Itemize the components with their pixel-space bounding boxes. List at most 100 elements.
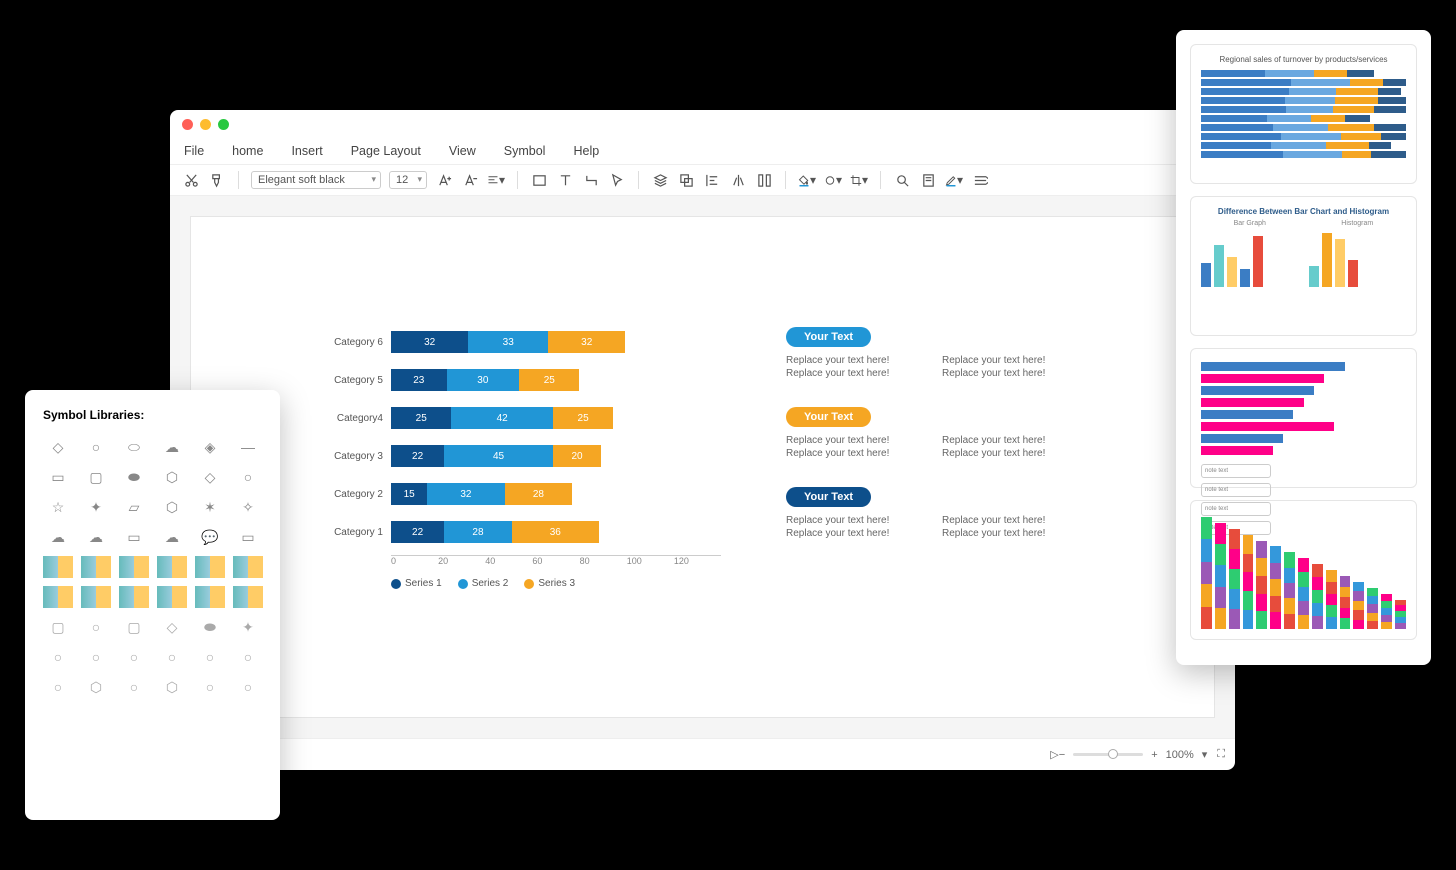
group-icon[interactable] xyxy=(677,171,695,189)
placeholder-text[interactable]: Replace your text here! xyxy=(786,435,930,446)
page-icon[interactable] xyxy=(919,171,937,189)
pointer-icon[interactable] xyxy=(608,171,626,189)
symbol-chart[interactable] xyxy=(233,556,263,578)
zoom-out-button[interactable]: − xyxy=(1059,749,1065,761)
symbol-libraries-panel[interactable]: Symbol Libraries: ◇○⬭☁◈—▭▢⬬⬡◇○☆✦▱⬡✶✧☁☁▭☁… xyxy=(25,390,280,820)
symbol-shape[interactable]: ☆ xyxy=(43,496,73,518)
symbol-shape[interactable]: ○ xyxy=(81,616,111,638)
symbol-shape[interactable]: ⬭ xyxy=(119,436,149,458)
symbol-shape[interactable]: ☁ xyxy=(43,526,73,548)
symbol-chart[interactable] xyxy=(119,586,149,608)
symbol-shape[interactable]: ⬡ xyxy=(157,466,187,488)
symbol-shape[interactable]: ○ xyxy=(233,676,263,698)
fill-color-icon[interactable]: ▾ xyxy=(798,171,816,189)
placeholder-text[interactable]: Replace your text here! xyxy=(942,355,1086,366)
template-thumbnail-4[interactable] xyxy=(1190,500,1417,640)
menu-view[interactable]: View xyxy=(449,144,476,158)
symbol-chart[interactable] xyxy=(157,556,187,578)
flip-icon[interactable] xyxy=(729,171,747,189)
zoom-control[interactable]: − + 100%▾ xyxy=(1059,748,1208,761)
font-decrease-icon[interactable] xyxy=(461,171,479,189)
font-increase-icon[interactable] xyxy=(435,171,453,189)
symbol-chart[interactable] xyxy=(81,586,111,608)
menu-symbol[interactable]: Symbol xyxy=(504,144,546,158)
symbol-shape[interactable]: ○ xyxy=(119,676,149,698)
maximize-button[interactable] xyxy=(218,119,229,130)
search-icon[interactable] xyxy=(893,171,911,189)
template-thumbnail-3[interactable]: note textnote textnote textnote text xyxy=(1190,348,1417,488)
zoom-level[interactable]: 100% xyxy=(1166,749,1194,761)
symbol-shape[interactable]: ◇ xyxy=(195,466,225,488)
symbol-shape[interactable]: ○ xyxy=(43,646,73,668)
symbol-chart[interactable] xyxy=(81,556,111,578)
placeholder-text[interactable]: Replace your text here! xyxy=(786,528,930,539)
symbol-shape[interactable]: ○ xyxy=(81,646,111,668)
distribute-icon[interactable] xyxy=(755,171,773,189)
menu-help[interactable]: Help xyxy=(573,144,599,158)
placeholder-text[interactable]: Replace your text here! xyxy=(942,515,1086,526)
rectangle-icon[interactable] xyxy=(530,171,548,189)
placeholder-text[interactable]: Replace your text here! xyxy=(786,355,930,366)
symbol-shape[interactable]: ○ xyxy=(195,646,225,668)
symbol-shape[interactable]: ○ xyxy=(119,646,149,668)
symbol-shape[interactable]: ○ xyxy=(233,646,263,668)
symbol-shape[interactable]: ▱ xyxy=(119,496,149,518)
more-icon[interactable] xyxy=(971,171,989,189)
symbol-shape[interactable]: ▭ xyxy=(43,466,73,488)
placeholder-text[interactable]: Replace your text here! xyxy=(942,448,1086,459)
shape-effects-icon[interactable]: ▾ xyxy=(824,171,842,189)
canvas[interactable]: Category 6323332Category 5233025Category… xyxy=(190,216,1215,718)
symbol-shape[interactable]: ✶ xyxy=(195,496,225,518)
symbol-shape[interactable]: ○ xyxy=(157,646,187,668)
connector-icon[interactable] xyxy=(582,171,600,189)
placeholder-text[interactable]: Replace your text here! xyxy=(942,368,1086,379)
text-icon[interactable] xyxy=(556,171,574,189)
symbol-shape[interactable]: ▭ xyxy=(233,526,263,548)
template-thumbnail-2[interactable]: Difference Between Bar Chart and Histogr… xyxy=(1190,196,1417,336)
symbol-shape[interactable]: ▢ xyxy=(43,616,73,638)
symbol-shape[interactable]: ☁ xyxy=(157,526,187,548)
symbol-chart[interactable] xyxy=(43,586,73,608)
menu-file[interactable]: File xyxy=(184,144,204,158)
placeholder-text[interactable]: Replace your text here! xyxy=(786,515,930,526)
symbol-shape[interactable]: ⬡ xyxy=(81,676,111,698)
symbol-shape[interactable]: — xyxy=(233,436,263,458)
format-painter-icon[interactable] xyxy=(208,171,226,189)
pen-color-icon[interactable]: ▾ xyxy=(945,171,963,189)
placeholder-text[interactable]: Replace your text here! xyxy=(942,528,1086,539)
symbol-shape[interactable]: ○ xyxy=(43,676,73,698)
close-button[interactable] xyxy=(182,119,193,130)
placeholder-text[interactable]: Replace your text here! xyxy=(786,368,930,379)
minimize-button[interactable] xyxy=(200,119,211,130)
stacked-bar-chart[interactable]: Category 6323332Category 5233025Category… xyxy=(321,327,721,589)
menu-home[interactable]: home xyxy=(232,144,263,158)
symbol-shape[interactable]: ☁ xyxy=(81,526,111,548)
symbol-shape[interactable]: ✦ xyxy=(81,496,111,518)
font-select[interactable]: Elegant soft black xyxy=(251,171,381,189)
symbol-shape[interactable]: ✦ xyxy=(233,616,263,638)
align-icon[interactable]: ▾ xyxy=(487,171,505,189)
symbol-shape[interactable]: ▭ xyxy=(119,526,149,548)
symbol-shape[interactable]: ○ xyxy=(195,676,225,698)
symbol-shape[interactable]: ○ xyxy=(233,466,263,488)
symbol-shape[interactable]: ◇ xyxy=(43,436,73,458)
layers-icon[interactable] xyxy=(651,171,669,189)
symbol-chart[interactable] xyxy=(157,586,187,608)
symbol-chart[interactable] xyxy=(43,556,73,578)
placeholder-text[interactable]: Replace your text here! xyxy=(786,448,930,459)
zoom-slider[interactable] xyxy=(1073,753,1143,756)
symbol-chart[interactable] xyxy=(233,586,263,608)
menu-insert[interactable]: Insert xyxy=(291,144,322,158)
section-pill[interactable]: Your Text xyxy=(786,327,871,347)
symbol-shape[interactable]: ⬬ xyxy=(195,616,225,638)
symbol-shape[interactable]: ⬬ xyxy=(119,466,149,488)
fullscreen-icon[interactable]: ⛶ xyxy=(1217,748,1225,761)
symbol-shape[interactable]: 💬 xyxy=(195,526,225,548)
symbol-chart[interactable] xyxy=(119,556,149,578)
symbol-chart[interactable] xyxy=(195,586,225,608)
symbol-shape[interactable]: ▢ xyxy=(119,616,149,638)
size-select[interactable]: 12 xyxy=(389,171,427,189)
placeholder-text[interactable]: Replace your text here! xyxy=(942,435,1086,446)
symbol-shape[interactable]: ◈ xyxy=(195,436,225,458)
menu-page-layout[interactable]: Page Layout xyxy=(351,144,421,158)
